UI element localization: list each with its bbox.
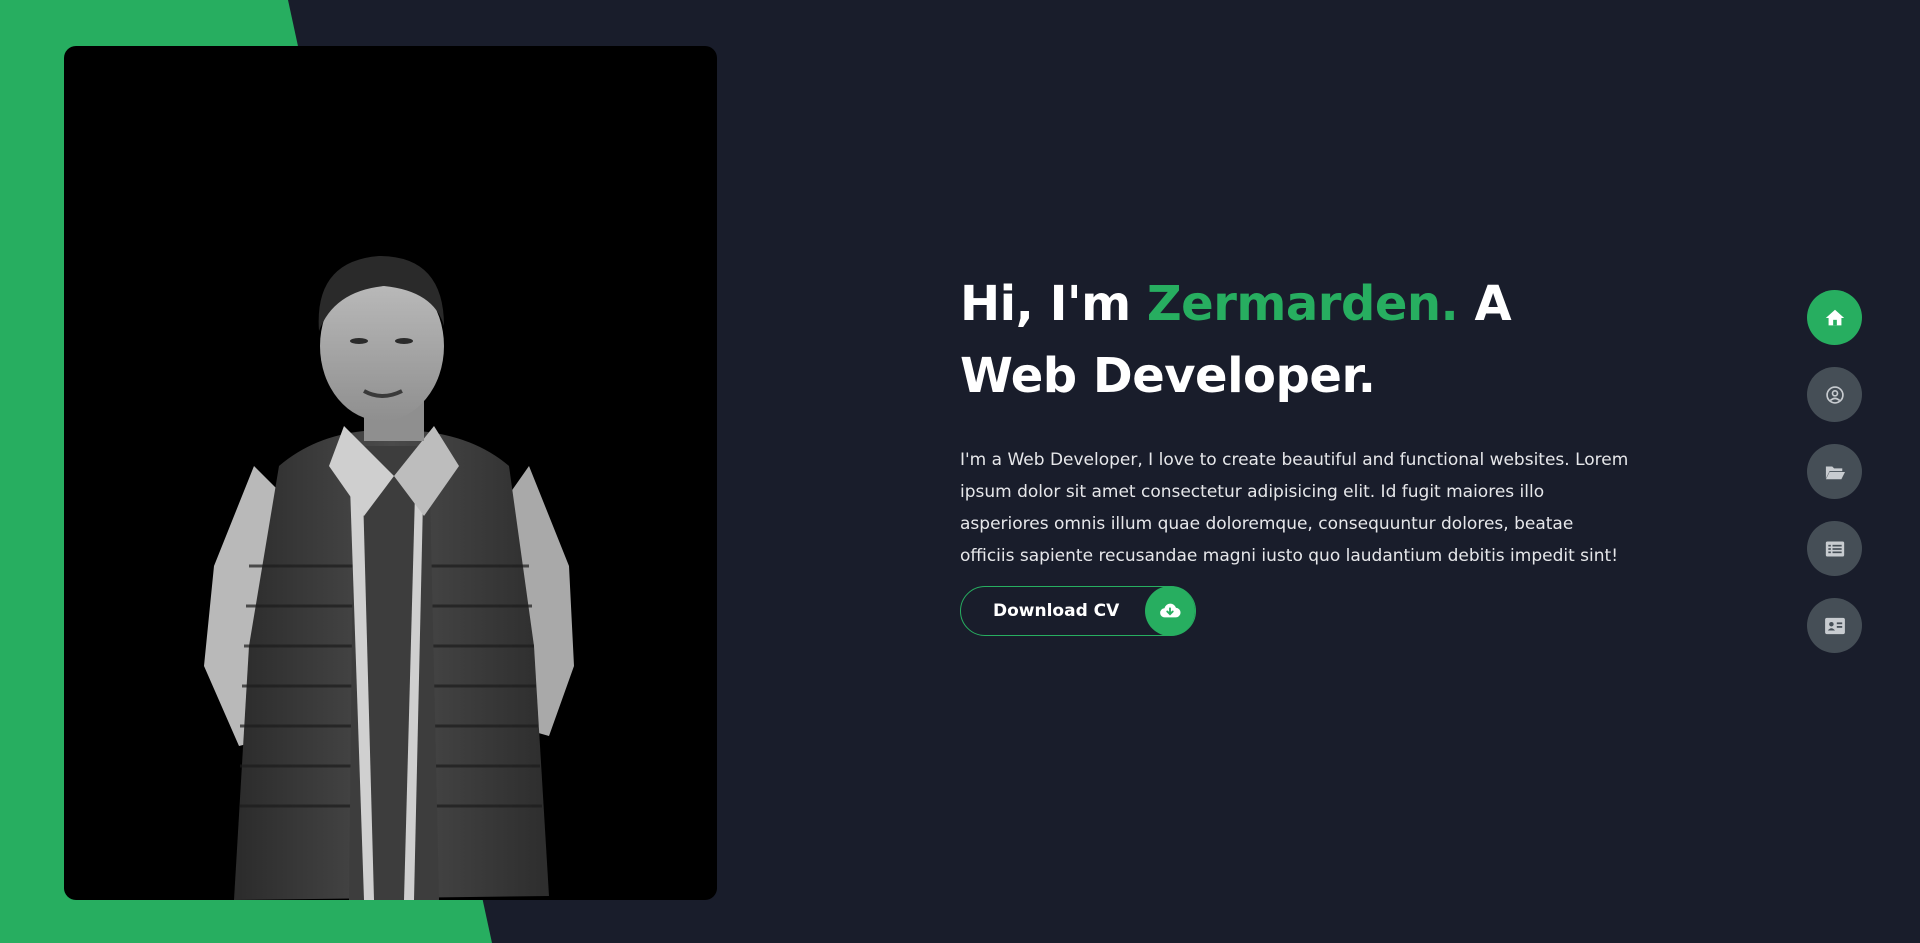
list-alt-icon [1825, 541, 1844, 556]
page: Hi, I'm Zermarden. A Web Developer. I'm … [0, 0, 1920, 943]
folder-open-icon [1825, 466, 1845, 479]
hero-title-prefix: Hi, I'm [960, 276, 1147, 332]
hero-name: Zermarden. [1146, 276, 1459, 332]
side-navigation [1807, 290, 1863, 675]
nav-portfolio-button[interactable] [1807, 444, 1862, 499]
nav-about-button[interactable] [1807, 367, 1862, 422]
profile-photo-illustration [204, 256, 574, 900]
hero-section: Hi, I'm Zermarden. A Web Developer. I'm … [960, 268, 1630, 640]
id-card-icon [1824, 617, 1845, 634]
hero-title: Hi, I'm Zermarden. A Web Developer. [960, 268, 1630, 412]
home-icon [1825, 309, 1844, 325]
cloud-download-icon [1145, 586, 1195, 636]
nav-home-button[interactable] [1807, 290, 1862, 345]
nav-blog-button[interactable] [1807, 521, 1862, 576]
download-cv-label: Download CV [993, 601, 1120, 621]
download-cv-button[interactable]: Download CV [960, 586, 1196, 636]
user-circle-icon [1825, 385, 1844, 404]
profile-photo [64, 46, 717, 900]
hero-description: I'm a Web Developer, I love to create be… [960, 450, 1629, 566]
nav-contact-button[interactable] [1807, 598, 1862, 653]
